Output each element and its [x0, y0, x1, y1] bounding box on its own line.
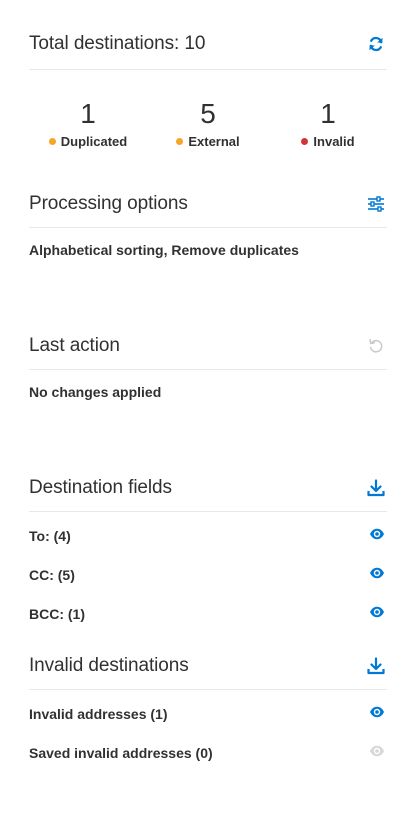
eye-icon[interactable] — [369, 604, 385, 620]
invalid-count: 1 — [320, 98, 336, 129]
last-action-header: Last action — [29, 322, 387, 370]
last-action-description: No changes applied — [29, 384, 162, 400]
cc-field-label: CC: (5) — [29, 567, 75, 583]
invalid-dot — [301, 138, 309, 145]
stat-invalid: 1 Invalid — [273, 98, 383, 149]
download-icon[interactable] — [367, 657, 385, 675]
last-action-title: Last action — [29, 335, 120, 356]
external-label: External — [188, 134, 240, 149]
to-field-label: To: (4) — [29, 528, 71, 544]
invalid-label: Invalid — [313, 134, 355, 149]
summary-header: Total destinations: 10 — [29, 0, 387, 70]
processing-options-description: Alphabetical sorting, Remove duplicates — [29, 242, 299, 258]
external-dot — [176, 138, 184, 145]
eye-icon[interactable] — [369, 743, 385, 759]
to-field-row[interactable]: To: (4) — [29, 516, 387, 555]
settings-sliders-icon[interactable] — [367, 195, 385, 213]
stat-duplicated: 1 Duplicated — [33, 98, 143, 149]
eye-icon[interactable] — [369, 526, 385, 542]
eye-icon[interactable] — [369, 565, 385, 581]
processing-options-title: Processing options — [29, 193, 188, 214]
eye-icon[interactable] — [369, 704, 385, 720]
processing-options-header: Processing options — [29, 180, 387, 228]
saved-invalid-addresses-row[interactable]: Saved invalid addresses (0) — [29, 733, 387, 772]
stats-row: 1 Duplicated 5 External 1 Invalid — [29, 70, 387, 170]
invalid-destinations-header: Invalid destinations — [29, 642, 387, 690]
bcc-field-label: BCC: (1) — [29, 606, 85, 622]
refresh-icon[interactable] — [367, 35, 385, 53]
duplicated-label: Duplicated — [60, 134, 128, 149]
saved-invalid-addresses-label: Saved invalid addresses (0) — [29, 745, 213, 761]
invalid-addresses-label: Invalid addresses (1) — [29, 706, 168, 722]
cc-field-row[interactable]: CC: (5) — [29, 555, 387, 594]
bcc-field-row[interactable]: BCC: (1) — [29, 594, 387, 633]
external-count: 5 — [200, 98, 216, 129]
duplicated-dot — [48, 138, 56, 145]
undo-icon[interactable] — [367, 337, 385, 355]
invalid-addresses-row[interactable]: Invalid addresses (1) — [29, 694, 387, 733]
destinations-panel: Total destinations: 10 1 Duplicated 5 Ex… — [29, 0, 387, 772]
total-destinations-title: Total destinations: 10 — [29, 33, 206, 54]
download-icon[interactable] — [367, 479, 385, 497]
stat-external: 5 External — [153, 98, 263, 149]
destination-fields-header: Destination fields — [29, 464, 387, 512]
duplicated-count: 1 — [80, 98, 96, 129]
invalid-destinations-title: Invalid destinations — [29, 655, 189, 676]
destination-fields-title: Destination fields — [29, 477, 172, 498]
